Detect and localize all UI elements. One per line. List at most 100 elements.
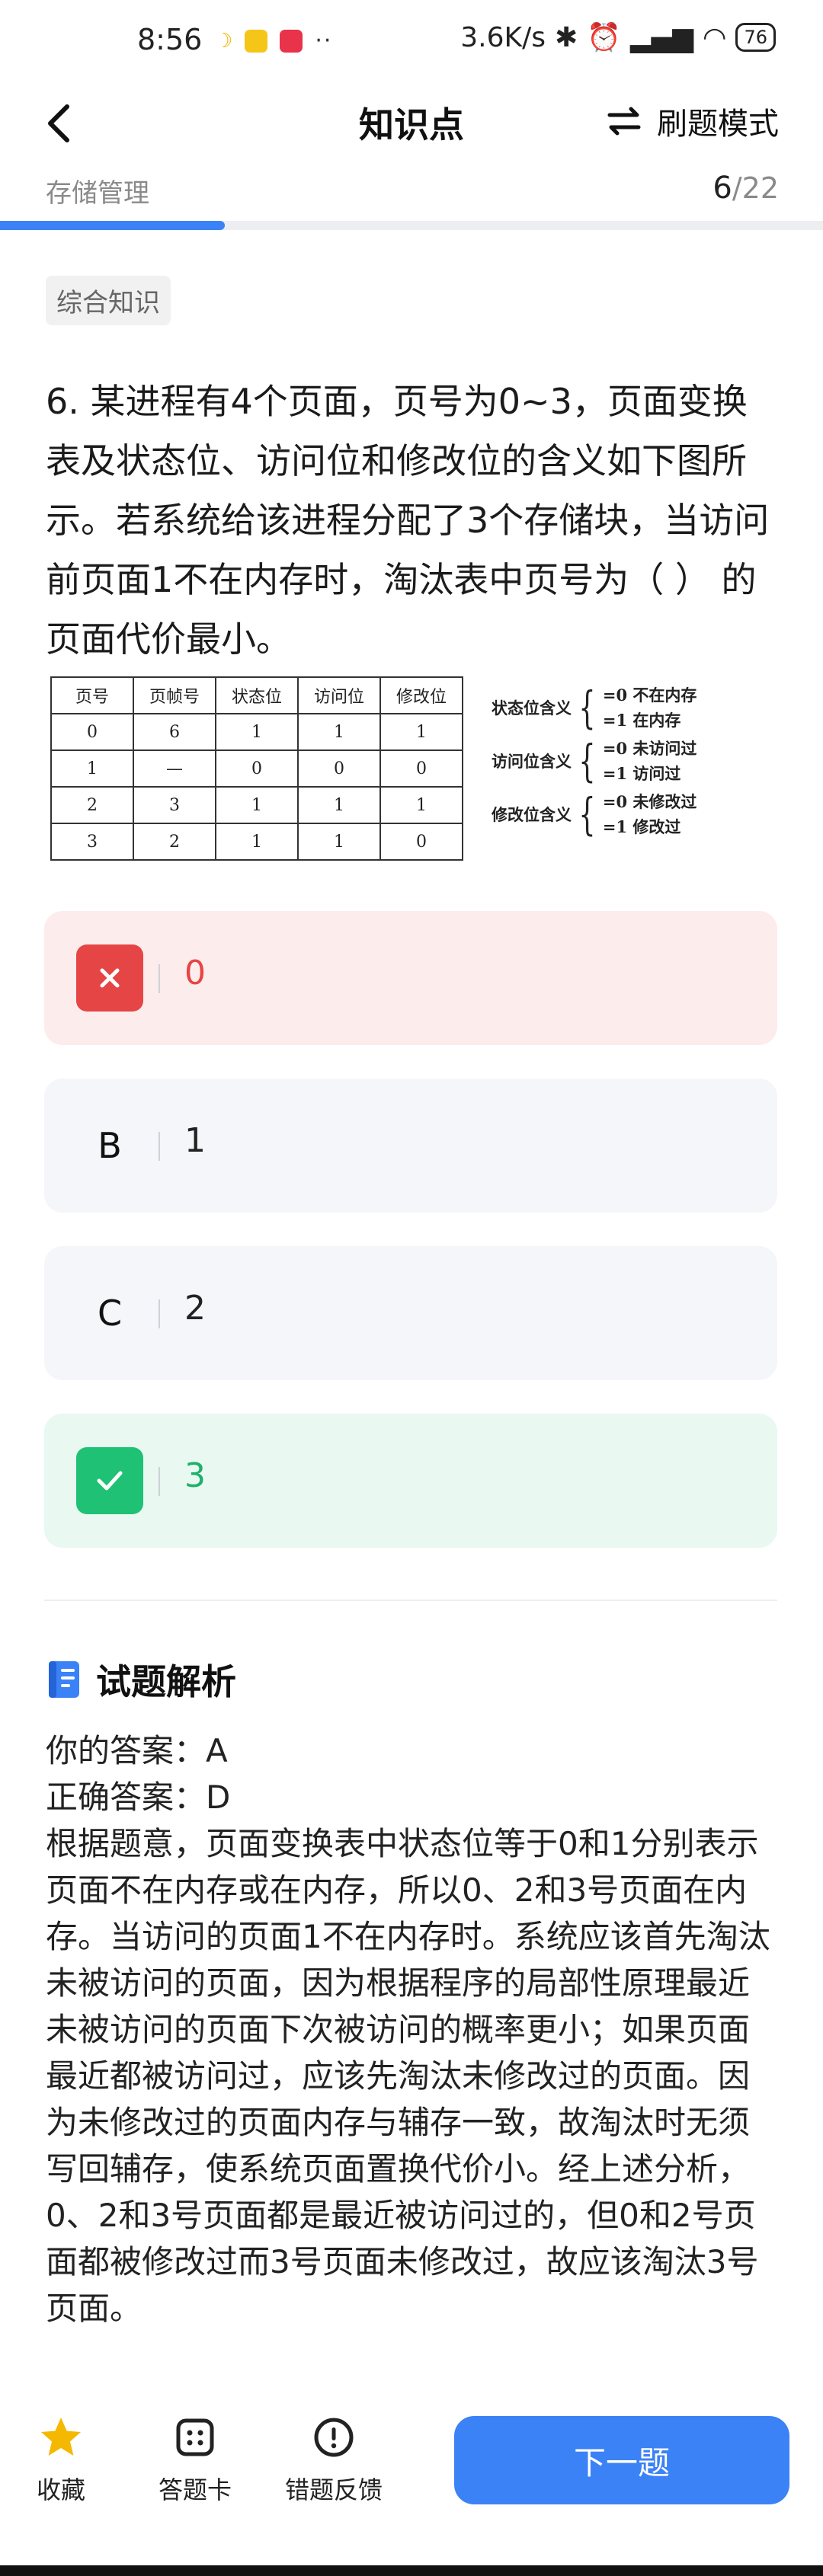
- error-feedback-button[interactable]: 错题反馈: [273, 2415, 395, 2506]
- table-row: 1 — 0 0 0: [50, 749, 463, 788]
- table-cell: 2: [50, 786, 134, 824]
- your-answer: 你的答案：A: [46, 1732, 228, 1769]
- wifi-icon: ◠: [703, 21, 727, 53]
- home-indicator-bar: [0, 2565, 823, 2576]
- category-tag: 综合知识: [46, 276, 171, 325]
- legend-value: =0 未修改过: [602, 792, 697, 811]
- table-row: 2 3 1 1 1: [50, 786, 463, 824]
- legend-row: 状态位含义 { =0 不在内存 =1 在内存: [474, 681, 697, 734]
- legend-value: =0 未访问过: [602, 739, 697, 758]
- current-question-number: 6: [713, 171, 732, 206]
- brace-icon: {: [578, 788, 596, 840]
- legend-value: =1 修改过: [602, 817, 681, 836]
- table-header-cell: 页帧号: [133, 676, 216, 714]
- correct-answer: 正确答案：D: [46, 1779, 231, 1816]
- check-mark-icon: [76, 1447, 143, 1514]
- chapter-bar: 存储管理 6/22: [0, 168, 823, 216]
- option-b[interactable]: B 1: [44, 1079, 777, 1213]
- swap-arrows-icon: [607, 107, 641, 136]
- option-divider: [159, 1467, 160, 1496]
- legend-name: 状态位含义: [492, 698, 572, 718]
- table-cell: 6: [133, 713, 216, 751]
- signal-icon: ▂▄▆: [629, 21, 694, 53]
- option-d[interactable]: 3: [44, 1414, 777, 1548]
- wrong-mark-icon: [76, 944, 143, 1012]
- moon-icon: ☽: [215, 29, 233, 53]
- question-figure: 页号 页帧号 状态位 访问位 修改位 0 6 1 1 1 1 — 0 0 0 2…: [50, 676, 698, 861]
- table-cell: 1: [379, 786, 463, 824]
- answer-card-label: 答题卡: [158, 2475, 232, 2504]
- table-cell: 0: [50, 713, 134, 751]
- status-system-icons: 3.6K/s ✱ ⏰ ▂▄▆ ◠ 76: [460, 21, 776, 53]
- total-questions: /22: [732, 171, 779, 205]
- progress-track: [0, 221, 823, 230]
- legend-value: =0 不在内存: [602, 686, 697, 705]
- option-divider: [159, 1132, 160, 1161]
- legend-row: 访问位含义 { =0 未访问过 =1 访问过: [474, 734, 697, 788]
- practice-mode-label: 刷题模式: [657, 107, 779, 142]
- table-row: 0 6 1 1 1: [50, 713, 463, 751]
- table-cell: 0: [297, 749, 381, 788]
- question-text: 6. 某进程有4个页面，页号为0~3，页面变换表及状态位、访问位和修改位的含义如…: [46, 381, 770, 660]
- battery-icon: 76: [735, 23, 776, 52]
- table-cell: 1: [297, 786, 381, 824]
- status-notification-icons: ☽ ··: [215, 27, 332, 54]
- table-cell: 1: [50, 749, 134, 788]
- table-cell: 3: [50, 823, 134, 861]
- table-cell: 0: [379, 749, 463, 788]
- table-header-cell: 页号: [50, 676, 134, 714]
- table-row: 3 2 1 1 0: [50, 823, 463, 861]
- answer-card-button[interactable]: 答题卡: [134, 2415, 256, 2506]
- analysis-content: 你的答案：A 正确答案：D 根据题意，页面变换表中状态位等于0和1分别表示页面不…: [46, 1727, 779, 2332]
- table-cell: 1: [297, 823, 381, 861]
- table-cell: 3: [133, 786, 216, 824]
- analysis-title: 试题解析: [96, 1661, 236, 1702]
- alarm-icon: ⏰: [587, 22, 621, 53]
- legend-name: 修改位含义: [492, 805, 572, 824]
- answer-card-icon: [176, 2418, 214, 2456]
- progress-fill: [0, 221, 225, 230]
- option-letter: B: [98, 1125, 122, 1166]
- page-table: 页号 页帧号 状态位 访问位 修改位 0 6 1 1 1 1 — 0 0 0 2…: [50, 676, 463, 861]
- table-cell: 1: [297, 713, 381, 751]
- option-text: 2: [184, 1289, 206, 1328]
- bit-legend: 状态位含义 { =0 不在内存 =1 在内存 访问位含义 { =0 未访问过 =…: [474, 681, 697, 841]
- table-header-cell: 修改位: [379, 676, 463, 714]
- option-divider: [159, 1299, 160, 1328]
- chapter-name: 存储管理: [46, 178, 149, 209]
- bottom-toolbar: 收藏 答题卡 错题反馈 下一题: [0, 2399, 823, 2576]
- star-icon: [41, 2418, 81, 2456]
- option-text: 3: [184, 1456, 206, 1495]
- table-header-cell: 访问位: [297, 676, 381, 714]
- question-counter: 6/22: [713, 171, 779, 206]
- option-a[interactable]: 0: [44, 911, 777, 1045]
- legend-name: 访问位含义: [492, 752, 572, 771]
- next-question-button[interactable]: 下一题: [454, 2416, 789, 2504]
- table-cell: 1: [215, 713, 299, 751]
- practice-mode-button[interactable]: 刷题模式: [605, 99, 779, 143]
- table-cell: 1: [215, 823, 299, 861]
- legend-row: 修改位含义 { =0 未修改过 =1 修改过: [474, 788, 697, 841]
- top-app-bar: 知识点 刷题模式: [0, 76, 823, 168]
- app-notification-icon: [245, 29, 268, 53]
- favorite-button[interactable]: 收藏: [0, 2415, 122, 2506]
- favorite-label: 收藏: [36, 2475, 85, 2504]
- more-notifications-icon: ··: [315, 27, 333, 54]
- status-time: 8:56: [137, 23, 203, 56]
- table-cell: 1: [379, 713, 463, 751]
- table-header-cell: 状态位: [215, 676, 299, 714]
- error-feedback-label: 错题反馈: [284, 2475, 383, 2504]
- legend-value: =1 访问过: [602, 764, 681, 783]
- option-text: 1: [184, 1121, 206, 1160]
- bluetooth-icon: ✱: [554, 21, 578, 53]
- network-speed: 3.6K/s: [460, 21, 546, 53]
- table-cell: 2: [133, 823, 216, 861]
- option-c[interactable]: C 2: [44, 1246, 777, 1380]
- brace-icon: {: [578, 682, 596, 733]
- analysis-heading: 试题解析: [46, 1654, 236, 1705]
- option-divider: [159, 964, 160, 993]
- table-header-row: 页号 页帧号 状态位 访问位 修改位: [50, 676, 463, 714]
- option-letter: C: [97, 1293, 123, 1334]
- table-cell: 0: [215, 749, 299, 788]
- table-cell: 0: [379, 823, 463, 861]
